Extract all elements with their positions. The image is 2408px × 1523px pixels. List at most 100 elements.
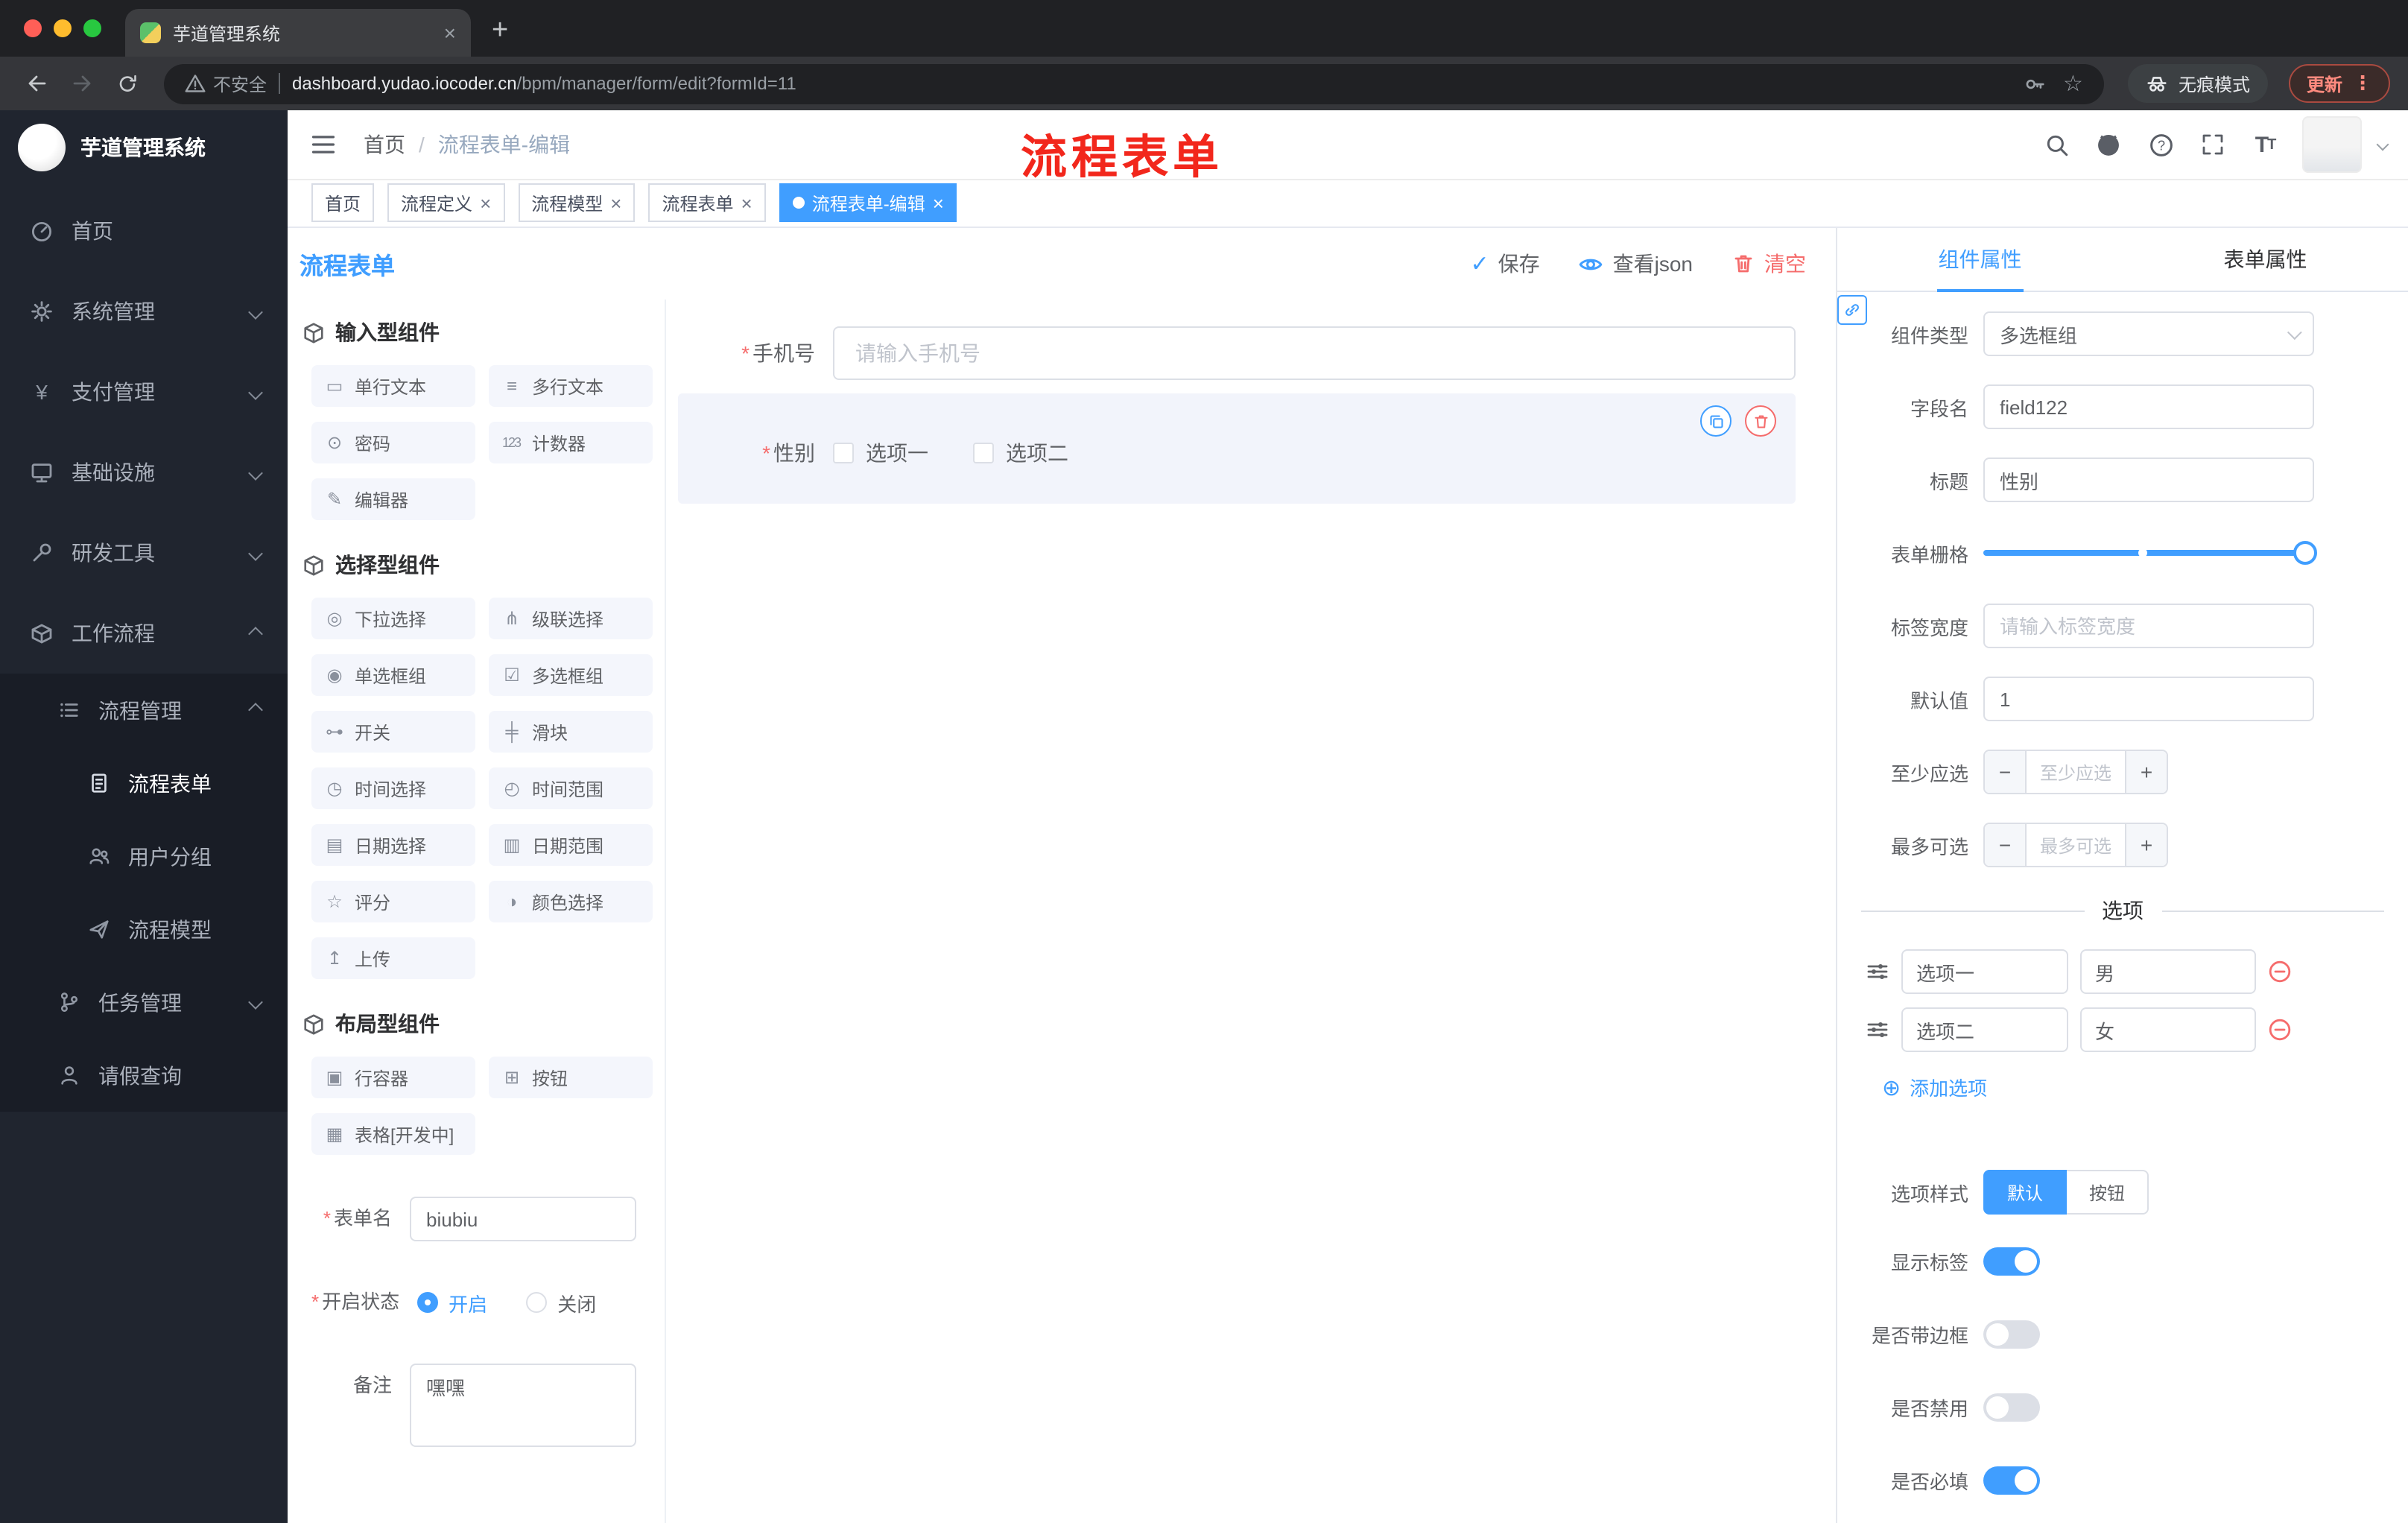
- sidebar-item-home[interactable]: 首页: [0, 191, 288, 271]
- palette-item-table[interactable]: ▦ 表格[开发中]: [311, 1113, 475, 1155]
- sidebar-item-workflow[interactable]: 工作流程: [0, 593, 288, 674]
- address-bar[interactable]: 不安全 dashboard.yudao.iocoder.cn/bpm/manag…: [164, 63, 2104, 104]
- sidebar-item-leave-query[interactable]: 请假查询: [0, 1039, 288, 1112]
- palette-item-multi-line-text[interactable]: ≡ 多行文本: [489, 365, 653, 407]
- palette-item-checkbox-group[interactable]: ☑ 多选框组: [489, 654, 653, 696]
- palette-item-time-range[interactable]: ◴ 时间范围: [489, 767, 653, 809]
- tag-process-definition[interactable]: 流程定义 ×: [387, 183, 505, 222]
- add-option-link[interactable]: ⊕ 添加选项: [1882, 1073, 2408, 1101]
- save-button[interactable]: ✓ 保存: [1470, 249, 1539, 279]
- form-grid-slider[interactable]: [1983, 531, 2317, 575]
- palette-item-single-line-text[interactable]: ▭ 单行文本: [311, 365, 475, 407]
- avatar[interactable]: [2302, 116, 2362, 173]
- phone-field[interactable]: * 手机号: [678, 326, 1796, 380]
- option-value-input[interactable]: [2080, 949, 2256, 994]
- tag-process-form[interactable]: 流程表单 ×: [648, 183, 766, 222]
- palette-item-select[interactable]: ◎ 下拉选择: [311, 598, 475, 639]
- app-logo[interactable]: 芋道管理系统: [0, 110, 288, 185]
- github-icon[interactable]: [2094, 130, 2123, 159]
- palette-item-radio-group[interactable]: ◉ 单选框组: [311, 654, 475, 696]
- label-width-input[interactable]: [1983, 604, 2314, 648]
- password-key-icon[interactable]: [2023, 72, 2045, 95]
- tag-home[interactable]: 首页: [311, 183, 375, 222]
- reload-button[interactable]: [107, 64, 146, 103]
- tag-close-icon[interactable]: ×: [480, 193, 491, 212]
- palette-item-counter[interactable]: 123 计数器: [489, 422, 653, 463]
- tab-component-props[interactable]: 组件属性: [1837, 228, 2123, 291]
- sidebar-item-process-model[interactable]: 流程模型: [0, 893, 288, 966]
- palette-item-editor[interactable]: ✎ 编辑器: [311, 478, 475, 520]
- max-select-value[interactable]: 最多可选: [2027, 824, 2125, 866]
- gender-field[interactable]: * 性别 选项一 选项二: [678, 438, 1796, 468]
- phone-input[interactable]: [833, 326, 1796, 380]
- forward-button[interactable]: [63, 64, 101, 103]
- drag-handle-icon[interactable]: [1866, 960, 1889, 984]
- fullscreen-icon[interactable]: [2198, 130, 2228, 159]
- browser-tab[interactable]: 芋道管理系统 ×: [125, 9, 471, 57]
- palette-item-row-container[interactable]: ▣ 行容器: [311, 1057, 475, 1098]
- remark-textarea[interactable]: 嘿嘿: [410, 1364, 636, 1447]
- sidebar-item-process-management[interactable]: 流程管理: [0, 674, 288, 747]
- window-minimize-button[interactable]: [54, 19, 72, 37]
- tag-process-model[interactable]: 流程模型 ×: [518, 183, 636, 222]
- tag-close-icon[interactable]: ×: [741, 193, 752, 212]
- bookmark-star-icon[interactable]: ☆: [2063, 70, 2083, 97]
- search-icon[interactable]: [2041, 130, 2071, 159]
- disabled-switch[interactable]: [1983, 1393, 2040, 1422]
- tab-close-icon[interactable]: ×: [444, 22, 456, 43]
- default-value-input[interactable]: [1983, 677, 2314, 721]
- option-style-button-button[interactable]: 按钮: [2067, 1170, 2149, 1215]
- sidebar-item-payment-management[interactable]: ¥ 支付管理: [0, 352, 288, 432]
- security-warning[interactable]: 不安全: [185, 71, 267, 96]
- sidebar-item-user-group[interactable]: 用户分组: [0, 820, 288, 893]
- decrease-button[interactable]: −: [1985, 824, 2027, 866]
- palette-item-time-picker[interactable]: ◷ 时间选择: [311, 767, 475, 809]
- component-type-select[interactable]: 多选框组: [1983, 311, 2314, 356]
- palette-item-date-picker[interactable]: ▤ 日期选择: [311, 824, 475, 866]
- status-off-radio[interactable]: 关闭: [526, 1288, 596, 1317]
- tab-form-props[interactable]: 表单属性: [2123, 228, 2408, 291]
- view-json-button[interactable]: 查看json: [1579, 249, 1693, 279]
- browser-menu-icon[interactable]: ⋮: [2353, 72, 2372, 95]
- back-button[interactable]: [18, 64, 57, 103]
- new-tab-button[interactable]: +: [492, 15, 508, 48]
- option-label-input[interactable]: [1901, 949, 2068, 994]
- show-label-switch[interactable]: [1983, 1247, 2040, 1276]
- palette-item-button[interactable]: ⊞ 按钮: [489, 1057, 653, 1098]
- remove-option-button[interactable]: [2268, 1018, 2292, 1042]
- remove-option-button[interactable]: [2268, 960, 2292, 984]
- palette-item-switch[interactable]: ⊶ 开关: [311, 711, 475, 753]
- min-select-value[interactable]: 至少应选: [2027, 751, 2125, 793]
- gender-option-checkbox-1[interactable]: 选项一: [833, 438, 928, 468]
- palette-item-password[interactable]: ⊙ 密码: [311, 422, 475, 463]
- option-label-input[interactable]: [1901, 1007, 2068, 1052]
- status-on-radio[interactable]: 开启: [417, 1288, 487, 1317]
- palette-item-rate[interactable]: ☆ 评分: [311, 881, 475, 922]
- option-style-default-button[interactable]: 默认: [1983, 1170, 2068, 1215]
- sidebar-item-task-management[interactable]: 任务管理: [0, 966, 288, 1039]
- increase-button[interactable]: +: [2125, 751, 2167, 793]
- title-input[interactable]: [1983, 457, 2314, 502]
- breadcrumb-home[interactable]: 首页: [364, 130, 405, 159]
- palette-item-color-picker[interactable]: ◑ 颜色选择: [489, 881, 653, 922]
- required-switch[interactable]: [1983, 1466, 2040, 1495]
- font-size-icon[interactable]: TT: [2250, 130, 2280, 159]
- avatar-caret-icon[interactable]: [2376, 138, 2389, 151]
- palette-item-slider[interactable]: ╪ 滑块: [489, 711, 653, 753]
- field-name-input[interactable]: [1983, 384, 2314, 429]
- copy-widget-button[interactable]: [1700, 405, 1731, 437]
- window-zoom-button[interactable]: [83, 19, 101, 37]
- clear-button[interactable]: 清空: [1731, 249, 1806, 279]
- sidebar-item-dev-tools[interactable]: 研发工具: [0, 513, 288, 593]
- form-canvas[interactable]: *手机号 *性别: [666, 300, 1836, 1523]
- gender-widget-selected[interactable]: * 性别 选项一 选项二: [678, 393, 1796, 504]
- palette-item-date-range[interactable]: ▥ 日期范围: [489, 824, 653, 866]
- link-icon[interactable]: [1837, 295, 1867, 325]
- delete-widget-button[interactable]: [1745, 405, 1776, 437]
- sidebar-item-system-management[interactable]: 系统管理: [0, 271, 288, 352]
- decrease-button[interactable]: −: [1985, 751, 2027, 793]
- sidebar-item-process-form[interactable]: 流程表单: [0, 747, 288, 820]
- drag-handle-icon[interactable]: [1866, 1018, 1889, 1042]
- hamburger-icon[interactable]: [310, 131, 337, 158]
- palette-item-cascader[interactable]: ⋔ 级联选择: [489, 598, 653, 639]
